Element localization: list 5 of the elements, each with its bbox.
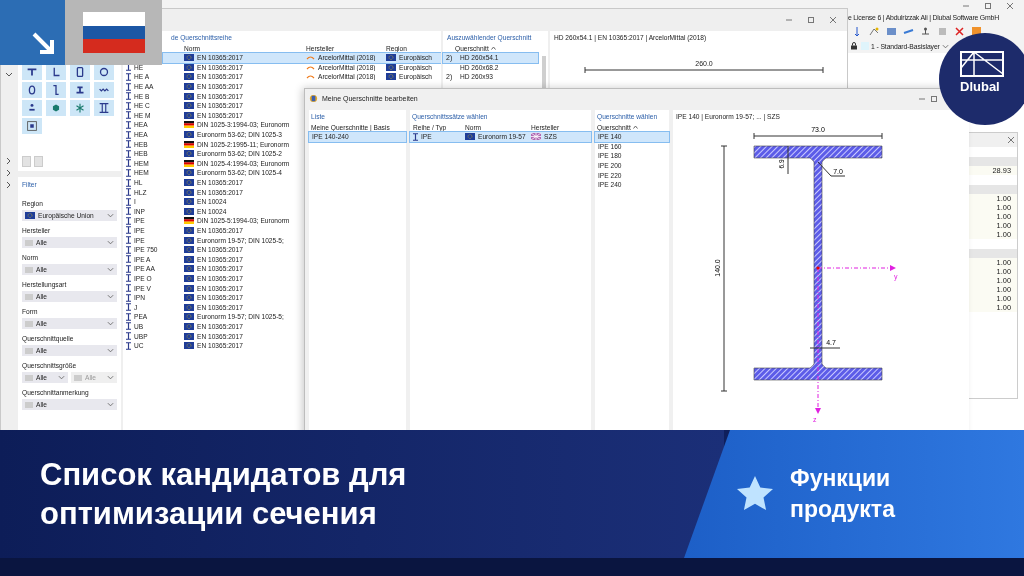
banner-title: Список кандидатов для	[40, 456, 408, 494]
banner-tagline: Функции	[790, 464, 892, 493]
banner-tagline: продукта	[790, 495, 895, 524]
banner-title: оптимизации сечения	[40, 495, 378, 533]
logo-text: Dlubal	[960, 79, 1000, 94]
